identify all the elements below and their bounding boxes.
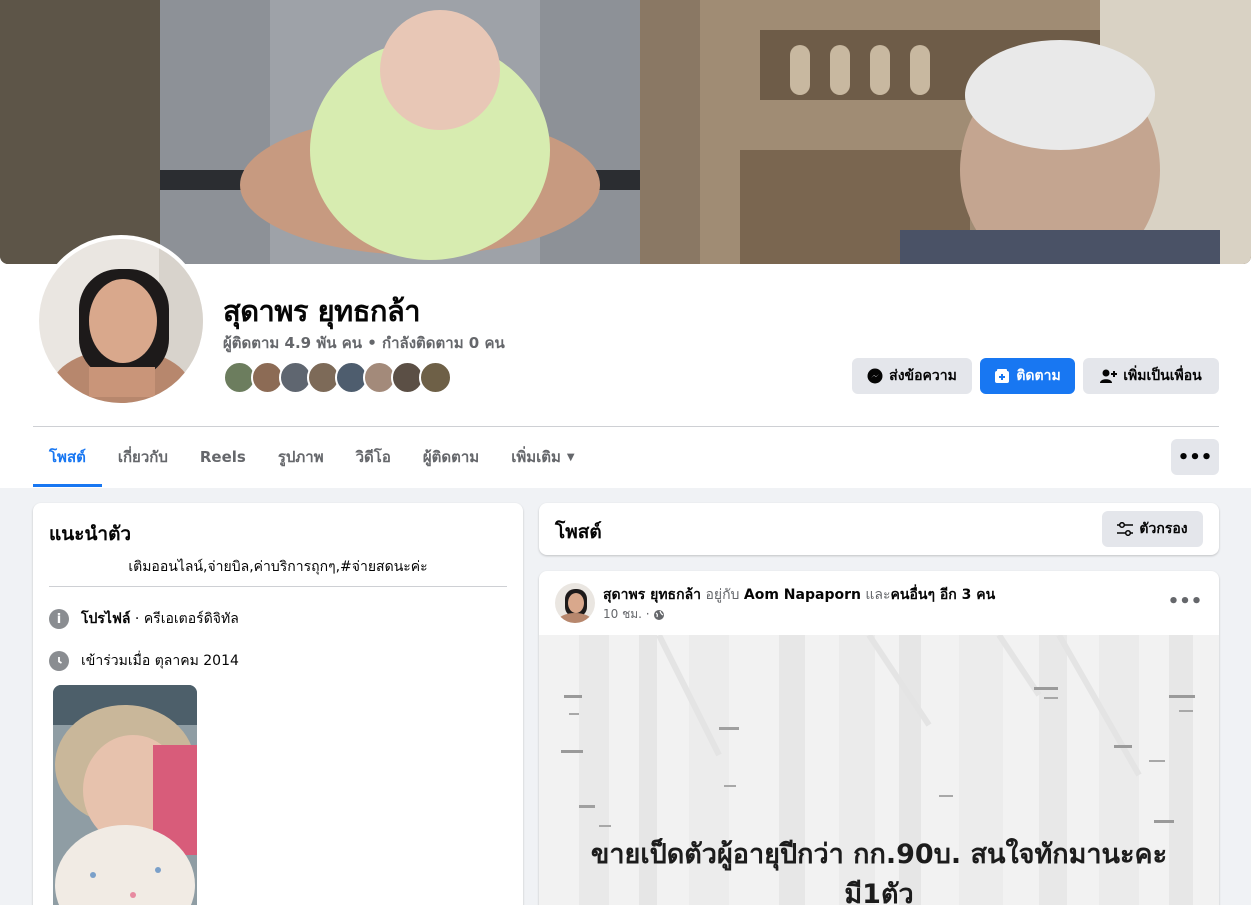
post-others-link[interactable]: คนอื่นๆ อีก 3 คน	[891, 587, 996, 603]
clock-icon	[49, 651, 69, 671]
posts-header: โพสต์ ตัวกรอง	[539, 503, 1219, 555]
post-author-name[interactable]: สุดาพร ยุทธกล้า	[603, 587, 701, 603]
info-icon: i	[49, 609, 69, 629]
tab-posts[interactable]: โพสต์	[33, 427, 102, 487]
profile-name: สุดาพร ยุทธกล้า	[223, 294, 421, 328]
caret-down-icon: ▼	[566, 451, 575, 463]
profile-tabs: โพสต์ เกี่ยวกับ Reels รูปภาพ วิดีโอ ผู้ต…	[33, 427, 591, 487]
filter-button-label: ตัวกรอง	[1139, 521, 1188, 537]
tab-videos[interactable]: วิดีโอ	[340, 427, 407, 487]
intro-bio: เติมออนไลน์,จ่ายบิล,ค่าบริการถุกๆ,#จ่ายส…	[128, 559, 428, 575]
post-author-line: สุดาพร ยุทธกล้า อยู่กับ Aom Napaporn และ…	[603, 584, 995, 606]
tab-about[interactable]: เกี่ยวกับ	[102, 427, 184, 487]
add-friend-button[interactable]: เพิ่มเป็นเพื่อน	[1083, 358, 1219, 394]
follow-stats[interactable]: ผู้ติดตาม 4.9 พัน คน • กำลังติดตาม 0 คน	[223, 331, 505, 355]
profile-header: สุดาพร ยุทธกล้า ผู้ติดตาม 4.9 พัน คน • ก…	[0, 0, 1251, 488]
post-author-avatar[interactable]	[555, 583, 595, 623]
post-time-text: 10 ชม. ·	[603, 607, 650, 621]
post-options-button[interactable]: •••	[1167, 587, 1203, 615]
follow-button-label: ติดตาม	[1016, 368, 1061, 384]
featured-photo[interactable]	[53, 685, 197, 905]
friend-avatars[interactable]	[223, 361, 452, 394]
profile-type-label[interactable]: โปรไฟล์	[81, 611, 130, 627]
tab-label: เกี่ยวกับ	[117, 448, 168, 466]
globe-icon	[653, 609, 665, 621]
post-and-text: และ	[860, 587, 891, 603]
post-image[interactable]: ขายเป็ดตัวผู้อายุปีกว่า กก.90บ. สนใจทักม…	[539, 635, 1219, 905]
posts-title: โพสต์	[555, 521, 602, 543]
message-button[interactable]: ส่งข้อความ	[852, 358, 972, 394]
tab-photos[interactable]: รูปภาพ	[262, 427, 340, 487]
tab-more[interactable]: เพิ่มเติม ▼	[495, 427, 590, 487]
add-friend-button-label: เพิ่มเป็นเพื่อน	[1123, 368, 1202, 384]
post-tagged-name[interactable]: Aom Napaporn	[744, 587, 861, 603]
filter-button[interactable]: ตัวกรอง	[1102, 511, 1203, 547]
cover-image	[0, 0, 1251, 264]
messenger-icon	[867, 368, 883, 384]
tab-reels[interactable]: Reels	[184, 427, 262, 487]
profile-type-value: · ครีเอเตอร์ดิจิทัล	[130, 611, 239, 627]
post-author-avatar-image	[555, 583, 595, 623]
follow-icon	[994, 368, 1010, 384]
featured-photo-image	[53, 685, 197, 905]
cover-photo[interactable]	[0, 0, 1251, 264]
post-timestamp[interactable]: 10 ชม. ·	[603, 605, 665, 624]
post-text: ขายเป็ดตัวผู้อายุปีกว่า กก.90บ. สนใจทักม…	[590, 839, 1168, 905]
more-options-button[interactable]: •••	[1171, 439, 1219, 475]
tab-label: ผู้ติดตาม	[422, 448, 480, 466]
intro-divider	[49, 586, 507, 587]
add-person-icon	[1100, 368, 1118, 384]
tab-label: รูปภาพ	[277, 448, 324, 466]
message-button-label: ส่งข้อความ	[889, 368, 957, 384]
joined-date: เข้าร่วมเมื่อ ตุลาคม 2014	[81, 653, 239, 669]
post-with-text: อยู่กับ	[701, 587, 744, 603]
intro-joined-row: เข้าร่วมเมื่อ ตุลาคม 2014	[49, 650, 239, 672]
tab-label: Reels	[199, 448, 246, 466]
intro-title: แนะนำตัว	[49, 523, 132, 545]
tab-label: วิดีโอ	[355, 448, 391, 466]
profile-avatar[interactable]	[35, 235, 207, 407]
avatar-image	[39, 239, 203, 403]
intro-profile-row: i โปรไฟล์ · ครีเอเตอร์ดิจิทัล	[49, 608, 239, 630]
post-card: สุดาพร ยุทธกล้า อยู่กับ Aom Napaporn และ…	[539, 571, 1219, 905]
intro-card: แนะนำตัว เติมออนไลน์,จ่ายบิล,ค่าบริการถุ…	[33, 503, 523, 905]
follow-button[interactable]: ติดตาม	[980, 358, 1075, 394]
sliders-icon	[1117, 522, 1134, 536]
friend-avatar[interactable]	[419, 361, 452, 394]
tab-label: เพิ่มเติม	[511, 448, 561, 466]
tab-label: โพสต์	[49, 448, 86, 466]
tab-followers[interactable]: ผู้ติดตาม	[407, 427, 495, 487]
